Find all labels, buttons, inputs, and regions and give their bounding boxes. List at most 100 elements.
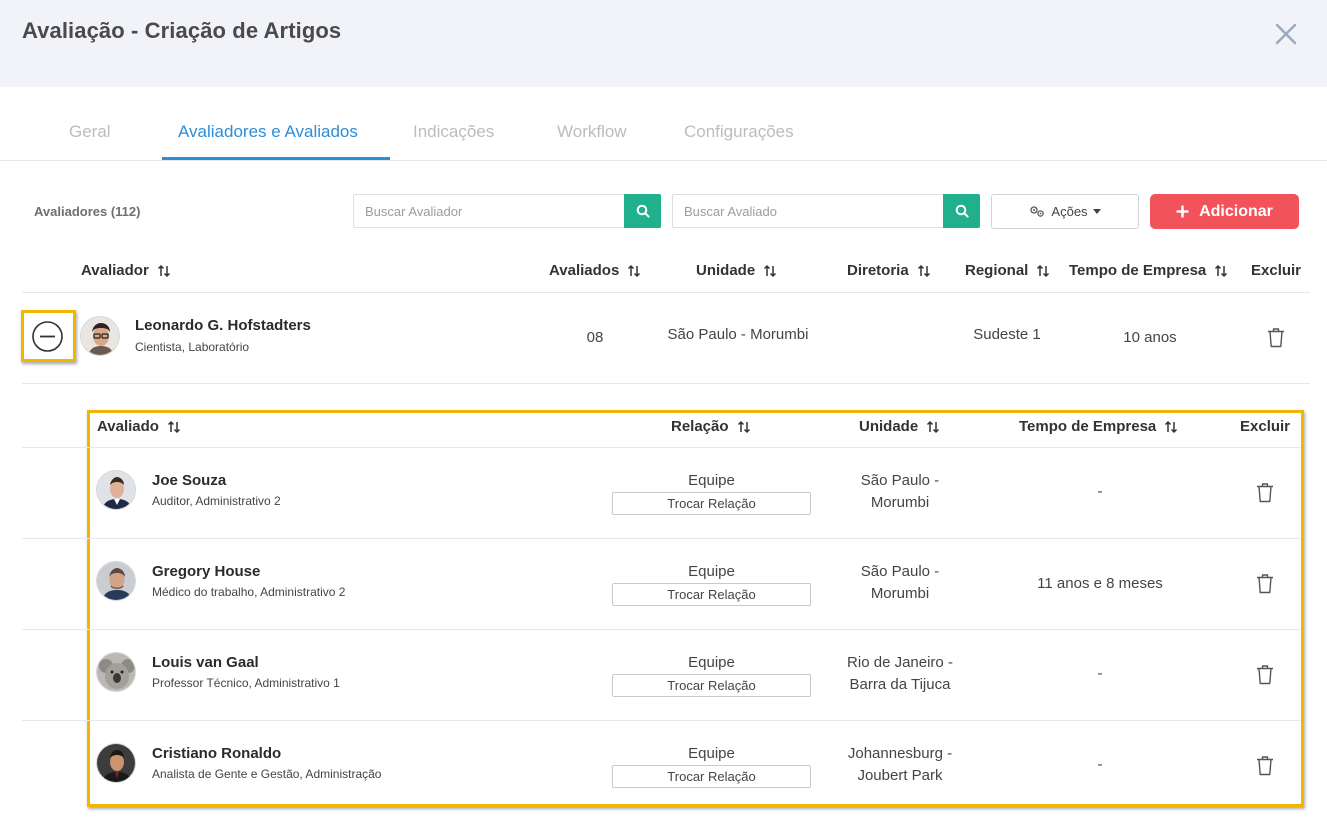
sort-icon (737, 420, 750, 433)
column-header-relacao[interactable]: Relação (671, 418, 751, 435)
column-header-label: Excluir (1251, 262, 1302, 279)
column-header-label: Excluir (1240, 418, 1291, 435)
row-divider (22, 720, 1301, 721)
trash-icon[interactable] (1256, 482, 1274, 503)
tab-workflow[interactable]: Workflow (557, 122, 627, 142)
unit-line: Rio de Janeiro - (847, 654, 953, 671)
column-header-avaliados[interactable]: Avaliados (549, 262, 641, 279)
column-header-avaliador[interactable]: Avaliador (81, 262, 171, 279)
swap-relation-button[interactable]: Trocar Relação (612, 492, 811, 515)
column-header-label: Diretoria (847, 262, 909, 279)
caret-down-icon (1092, 209, 1101, 214)
evaluator-name: Leonardo G. Hofstadters (135, 317, 311, 334)
evaluated-role: Analista de Gente e Gestão, Administraçã… (152, 767, 382, 781)
relation-label: Equipe (688, 472, 735, 489)
unit-line: Morumbi (870, 494, 930, 511)
search-icon (955, 204, 969, 218)
tab-geral[interactable]: Geral (69, 122, 111, 142)
modal-header: Avaliação - Criação de Artigos (0, 0, 1327, 87)
actions-dropdown-button[interactable]: Ações (991, 194, 1139, 229)
trash-icon[interactable] (1267, 327, 1285, 348)
unit-line: Johannesburg - (847, 745, 953, 762)
sort-icon (927, 420, 940, 433)
avatar (96, 470, 136, 510)
tab-indicacoes[interactable]: Indicações (413, 122, 494, 142)
column-header-label: Unidade (859, 418, 919, 435)
swap-relation-button[interactable]: Trocar Relação (612, 583, 811, 606)
column-header-label: Avaliador (81, 262, 149, 279)
search-evaluator-input[interactable] (354, 195, 624, 227)
collapse-minus-icon[interactable] (31, 320, 64, 353)
trash-icon[interactable] (1256, 755, 1274, 776)
relation-label: Equipe (688, 563, 735, 580)
unit-line: Joubert Park (857, 767, 943, 784)
add-button[interactable]: Adicionar (1150, 194, 1299, 229)
sort-icon (764, 264, 777, 277)
avatar-joe-souza-icon (97, 471, 135, 509)
close-icon[interactable] (1272, 20, 1300, 48)
header-divider (22, 292, 1310, 293)
evaluated-unit: São Paulo - Morumbi (820, 561, 980, 605)
actions-label: Ações (1051, 204, 1088, 219)
evaluated-unit: Johannesburg - Joubert Park (820, 743, 980, 787)
active-tab-indicator (162, 157, 390, 160)
evaluated-tenure: - (1097, 665, 1103, 682)
avatar (96, 743, 136, 783)
column-header-diretoria[interactable]: Diretoria (847, 262, 931, 279)
evaluator-count: Avaliadores (112) (34, 204, 141, 219)
evaluated-unit: Rio de Janeiro - Barra da Tijuca (820, 652, 980, 696)
avatar (96, 561, 136, 601)
column-header-label: Tempo de Empresa (1069, 262, 1207, 279)
row-divider (22, 383, 1310, 384)
search-evaluator-button[interactable] (624, 194, 661, 228)
search-evaluated-input[interactable] (673, 195, 943, 227)
swap-relation-button[interactable]: Trocar Relação (612, 765, 811, 788)
column-header-tempo-de-empresa-avaliado[interactable]: Tempo de Empresa (1019, 418, 1178, 435)
evaluator-region: Sudeste 1 (973, 326, 1041, 343)
search-evaluator-box (353, 194, 661, 228)
row-divider (22, 629, 1301, 630)
column-header-regional[interactable]: Regional (965, 262, 1050, 279)
sort-icon (1037, 264, 1050, 277)
evaluated-tenure: - (1097, 756, 1103, 773)
trash-icon[interactable] (1256, 573, 1274, 594)
relation-label: Equipe (688, 745, 735, 762)
column-header-avaliado[interactable]: Avaliado (97, 418, 181, 435)
sort-icon (1215, 264, 1228, 277)
tab-avaliadores-e-avaliados[interactable]: Avaliadores e Avaliados (178, 122, 358, 142)
sort-icon (167, 420, 180, 433)
sort-icon (917, 264, 930, 277)
trash-icon[interactable] (1256, 664, 1274, 685)
tab-bar: Geral Avaliadores e Avaliados Indicações… (0, 88, 1327, 161)
subtable-header-divider (22, 447, 1301, 448)
evaluated-role: Professor Técnico, Administrativo 1 (152, 676, 340, 690)
evaluated-name: Gregory House (152, 563, 261, 580)
gears-icon (1030, 206, 1045, 217)
sort-icon (1165, 420, 1178, 433)
evaluator-unit: São Paulo - Morumbi (667, 326, 809, 343)
avatar-cristiano-ronaldo-icon (97, 744, 135, 782)
avatar-leonardo-icon (81, 317, 119, 355)
evaluated-name: Louis van Gaal (152, 654, 259, 671)
column-header-excluir: Excluir (1251, 262, 1301, 279)
column-header-unidade-avaliado[interactable]: Unidade (859, 418, 940, 435)
evaluated-tenure: - (1097, 483, 1103, 500)
column-header-unidade[interactable]: Unidade (696, 262, 777, 279)
plus-icon (1176, 205, 1189, 218)
search-evaluated-button[interactable] (943, 194, 980, 228)
tab-configuracoes[interactable]: Configurações (684, 122, 794, 142)
column-header-label: Relação (671, 418, 729, 435)
evaluator-role: Cientista, Laboratório (135, 340, 250, 354)
evaluated-count: 08 (586, 329, 604, 346)
unit-line: São Paulo - (860, 563, 940, 580)
evaluated-role: Médico do trabalho, Administrativo 2 (152, 585, 346, 599)
column-header-label: Avaliados (549, 262, 620, 279)
column-header-label: Avaliado (97, 418, 159, 435)
relation-label: Equipe (688, 654, 735, 671)
unit-line: Morumbi (870, 585, 930, 602)
column-header-tempo-de-empresa[interactable]: Tempo de Empresa (1069, 262, 1228, 279)
sort-icon (628, 264, 641, 277)
evaluated-name: Joe Souza (152, 472, 227, 489)
unit-line: São Paulo - (860, 472, 940, 489)
swap-relation-button[interactable]: Trocar Relação (612, 674, 811, 697)
